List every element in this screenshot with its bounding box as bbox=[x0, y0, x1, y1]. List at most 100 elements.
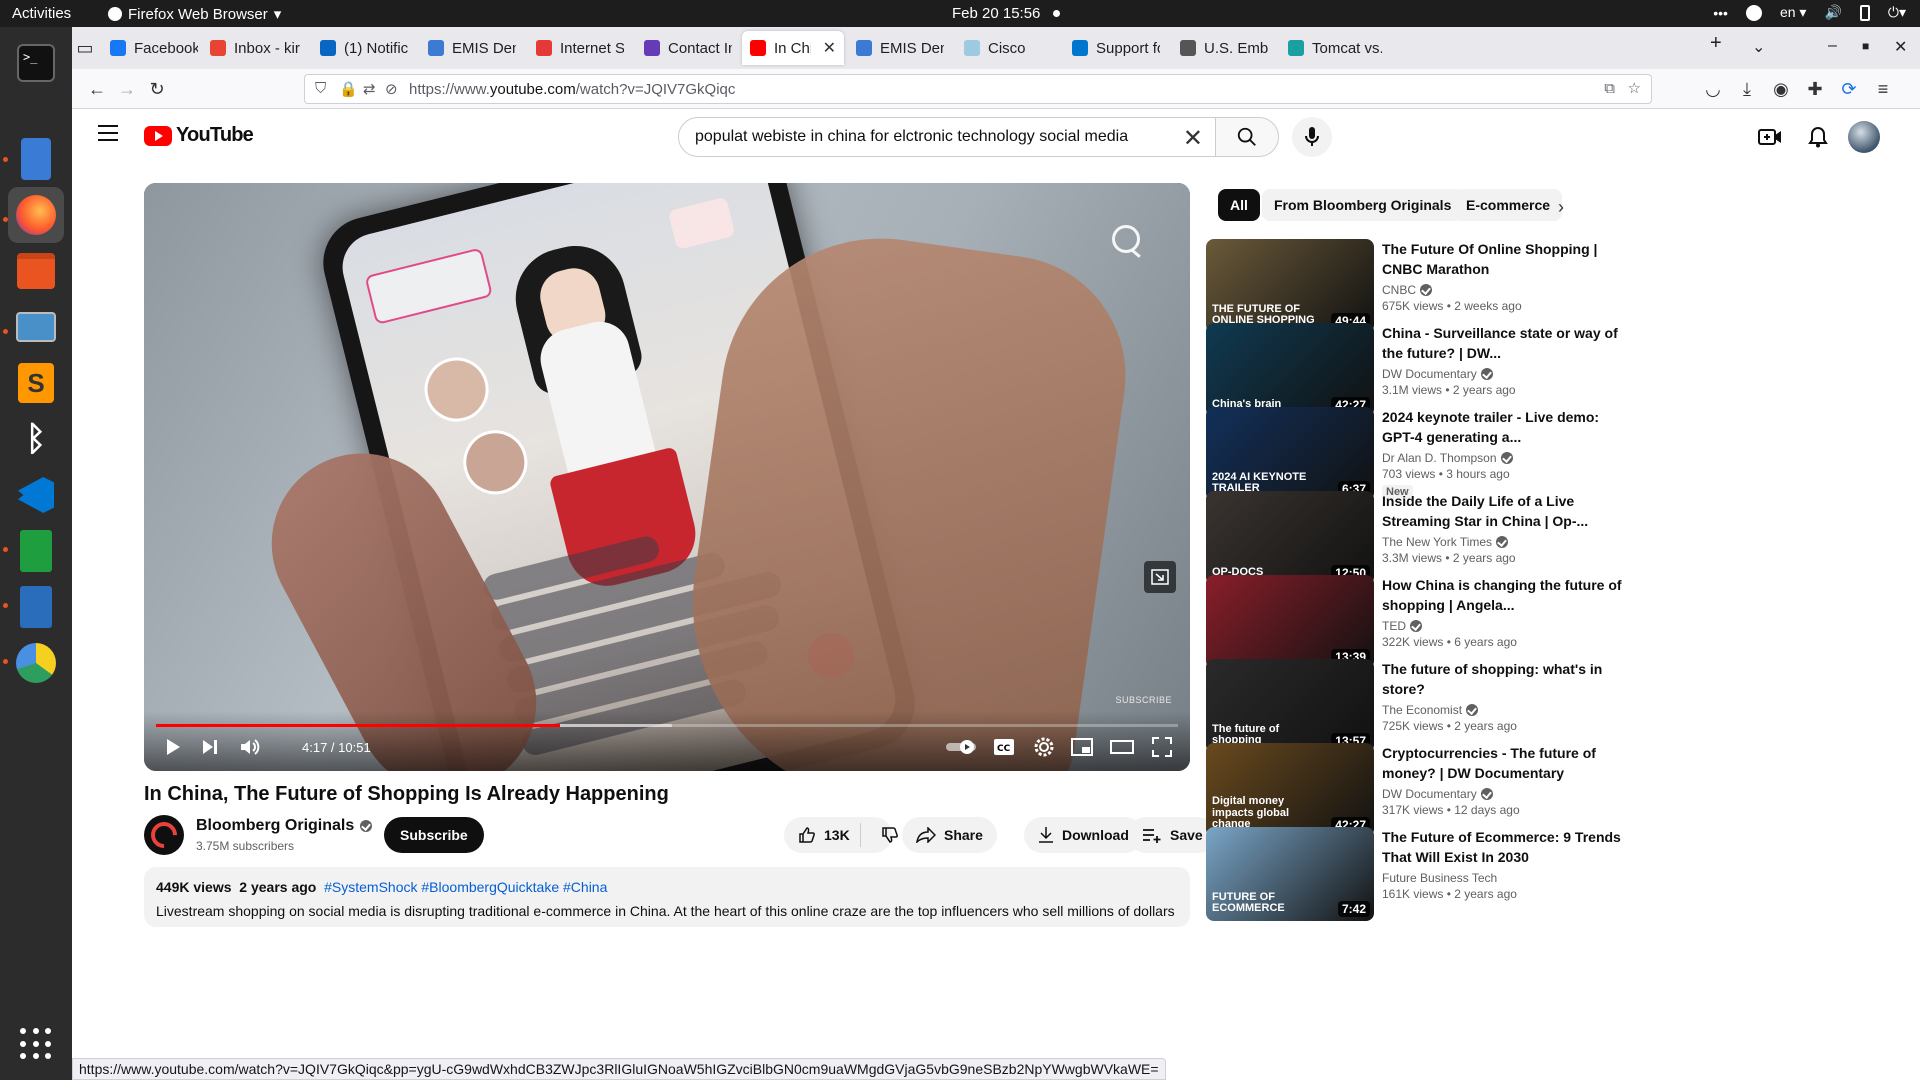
blocked-icon[interactable]: ⊘ bbox=[385, 80, 398, 98]
notifications-bell-icon[interactable] bbox=[1804, 123, 1832, 151]
app-menu[interactable]: Firefox Web Browser ▾ bbox=[108, 5, 281, 23]
chip-e-commerce[interactable]: E-commerce bbox=[1454, 189, 1563, 221]
chevron-right-icon[interactable]: › bbox=[1558, 197, 1564, 218]
save-button[interactable]: Save bbox=[1128, 817, 1217, 853]
video-title[interactable]: How China is changing the future of shop… bbox=[1382, 575, 1626, 615]
video-thumbnail[interactable]: 2024 AI KEYNOTE TRAILER 6:37 bbox=[1206, 407, 1374, 501]
firefox-icon[interactable] bbox=[8, 187, 64, 243]
next-button[interactable] bbox=[196, 733, 224, 761]
recommended-video[interactable]: 13:39 How China is changing the future of… bbox=[1206, 575, 1626, 669]
tab-list-icon[interactable]: ⌄ bbox=[1752, 37, 1765, 57]
channel-name[interactable]: CNBC bbox=[1382, 283, 1626, 297]
tab-1[interactable]: Facebook bbox=[102, 31, 206, 65]
sublime-text-icon[interactable]: S bbox=[8, 355, 64, 411]
tab-10[interactable]: Support for P bbox=[1064, 31, 1168, 65]
language-indicator[interactable]: en ▾ bbox=[1780, 4, 1807, 21]
channel-avatar[interactable] bbox=[144, 815, 184, 855]
video-thumbnail[interactable]: The future of shopping 13:57 bbox=[1206, 659, 1374, 753]
software-store-icon[interactable] bbox=[8, 243, 64, 299]
shield-icon[interactable]: ⛉ bbox=[315, 80, 326, 97]
close-window-button[interactable]: ✕ bbox=[1894, 37, 1907, 57]
avatar[interactable] bbox=[1848, 121, 1880, 153]
autoplay-toggle[interactable] bbox=[944, 733, 980, 761]
tab-8[interactable]: EMIS Demo In bbox=[848, 31, 952, 65]
tab-9[interactable]: Cisco bbox=[956, 31, 1060, 65]
subscribe-watermark[interactable]: SUBSCRIBE bbox=[1115, 695, 1172, 705]
captions-button[interactable]: CC bbox=[990, 733, 1018, 761]
clear-search-icon[interactable]: ✕ bbox=[1183, 124, 1203, 153]
chart-app-icon[interactable] bbox=[8, 635, 64, 691]
chip-from-bloomberg-originals[interactable]: From Bloomberg Originals bbox=[1262, 189, 1464, 221]
activities-button[interactable]: Activities bbox=[12, 5, 71, 22]
back-icon[interactable]: ← bbox=[86, 78, 108, 100]
hp-icon[interactable] bbox=[1745, 4, 1762, 21]
tab-6[interactable]: Contact Infor bbox=[636, 31, 740, 65]
chip-all[interactable]: All bbox=[1218, 189, 1260, 221]
guide-menu-icon[interactable] bbox=[98, 125, 118, 141]
youtube-logo[interactable]: YouTube bbox=[144, 124, 254, 147]
channel-name[interactable]: The New York Times bbox=[1382, 535, 1626, 549]
channel-name[interactable]: The Economist bbox=[1382, 703, 1626, 717]
voice-search-button[interactable] bbox=[1292, 117, 1332, 157]
recommended-video[interactable]: The future of shopping 13:57 The future of… bbox=[1206, 659, 1626, 753]
video-thumbnail[interactable]: THE FUTURE OF ONLINE SHOPPING 49:44 bbox=[1206, 239, 1374, 333]
downloads-icon[interactable]: ⤓ bbox=[1736, 78, 1758, 100]
subscribe-button[interactable]: Subscribe bbox=[384, 817, 484, 853]
writer-icon[interactable] bbox=[8, 579, 64, 635]
video-thumbnail[interactable]: FUTURE OF ECOMMERCE 7:42 bbox=[1206, 827, 1374, 921]
recommended-video[interactable]: OP-DOCS 12:50 Inside the Daily Life of a L… bbox=[1206, 491, 1626, 585]
video-player[interactable]: SUBSCRIBE 4:17 / 10:51 CC bbox=[144, 183, 1190, 771]
video-thumbnail[interactable]: 13:39 bbox=[1206, 575, 1374, 669]
tab-3[interactable]: (1) Notificatic bbox=[312, 31, 416, 65]
volume-button[interactable] bbox=[236, 733, 264, 761]
recommended-video[interactable]: 2024 AI KEYNOTE TRAILER 6:37 2024 keynote … bbox=[1206, 407, 1626, 501]
hashtags[interactable]: #SystemShock #BloombergQuicktake #China bbox=[324, 879, 607, 895]
terminal-icon[interactable]: >_ bbox=[8, 35, 64, 91]
bookmark-star-icon[interactable]: ☆ bbox=[1628, 79, 1641, 97]
video-title[interactable]: Cryptocurrencies - The future of money? … bbox=[1382, 743, 1626, 783]
close-tab-icon[interactable]: ✕ bbox=[823, 38, 836, 58]
channel-name[interactable]: DW Documentary bbox=[1382, 367, 1626, 381]
forward-icon[interactable]: → bbox=[116, 78, 138, 100]
video-thumbnail[interactable]: OP-DOCS 12:50 bbox=[1206, 491, 1374, 585]
pocket-icon[interactable]: ◡ bbox=[1702, 78, 1724, 100]
more-icon[interactable]: ••• bbox=[1713, 5, 1728, 21]
account-icon[interactable]: ◉ bbox=[1770, 78, 1792, 100]
tab-5[interactable]: Internet Spee bbox=[528, 31, 632, 65]
video-title[interactable]: The Future Of Online Shopping | CNBC Mar… bbox=[1382, 239, 1626, 279]
address-bar[interactable]: ⛉ 🔒 ⇄ ⊘ https://www.youtube.com/watch?v=… bbox=[304, 74, 1652, 104]
bluetooth-icon[interactable]: ᛒ bbox=[8, 411, 64, 467]
clock[interactable]: Feb 20 15:56 bbox=[952, 5, 1040, 22]
document-viewer-icon[interactable] bbox=[8, 131, 64, 187]
minimize-button[interactable]: – bbox=[1828, 37, 1837, 55]
channel-name[interactable]: DW Documentary bbox=[1382, 787, 1626, 801]
spreadsheet-icon[interactable] bbox=[8, 523, 64, 579]
tab-4[interactable]: EMIS Demo In bbox=[420, 31, 524, 65]
tab-7[interactable]: In China, Th ✕ bbox=[742, 31, 844, 65]
video-title[interactable]: The Future of Ecommerce: 9 Trends That W… bbox=[1382, 827, 1626, 867]
video-thumbnail[interactable]: China's brain 42:27 bbox=[1206, 323, 1374, 417]
lock-icon[interactable]: 🔒 bbox=[339, 80, 358, 98]
video-thumbnail[interactable]: Digital money impacts global change 42:27 bbox=[1206, 743, 1374, 837]
picture-in-picture-icon[interactable]: ⧉ bbox=[1604, 80, 1615, 97]
like-button[interactable]: 13K bbox=[784, 823, 861, 847]
recommended-video[interactable]: THE FUTURE OF ONLINE SHOPPING 49:44 The Fu… bbox=[1206, 239, 1626, 333]
search-input[interactable]: populat webiste in china for elctronic t… bbox=[678, 117, 1216, 157]
recommended-video[interactable]: Digital money impacts global change 42:27… bbox=[1206, 743, 1626, 837]
description-box[interactable]: 449K views 2 years ago #SystemShock #Blo… bbox=[144, 867, 1190, 927]
miniplayer-overlay-button[interactable] bbox=[1144, 561, 1176, 593]
channel-name[interactable]: Dr Alan D. Thompson bbox=[1382, 451, 1626, 465]
tab-2[interactable]: Inbox - kirose bbox=[202, 31, 308, 65]
video-title[interactable]: 2024 keynote trailer - Live demo: GPT-4 … bbox=[1382, 407, 1626, 447]
share-button[interactable]: Share bbox=[902, 817, 997, 853]
vscode-icon[interactable] bbox=[8, 467, 64, 523]
channel-name[interactable]: Bloomberg Originals bbox=[196, 817, 373, 835]
search-button[interactable] bbox=[1215, 117, 1279, 157]
reload-icon[interactable]: ↻ bbox=[146, 78, 168, 100]
power-icon[interactable]: ⏻▾ bbox=[1888, 4, 1906, 21]
tab-overview-icon[interactable]: ▭ bbox=[74, 37, 96, 59]
download-button[interactable]: Download bbox=[1024, 817, 1143, 853]
maximize-button[interactable]: ■ bbox=[1862, 39, 1869, 53]
video-title[interactable]: Inside the Daily Life of a Live Streamin… bbox=[1382, 491, 1626, 531]
volume-icon[interactable]: 🔊 bbox=[1824, 4, 1841, 21]
